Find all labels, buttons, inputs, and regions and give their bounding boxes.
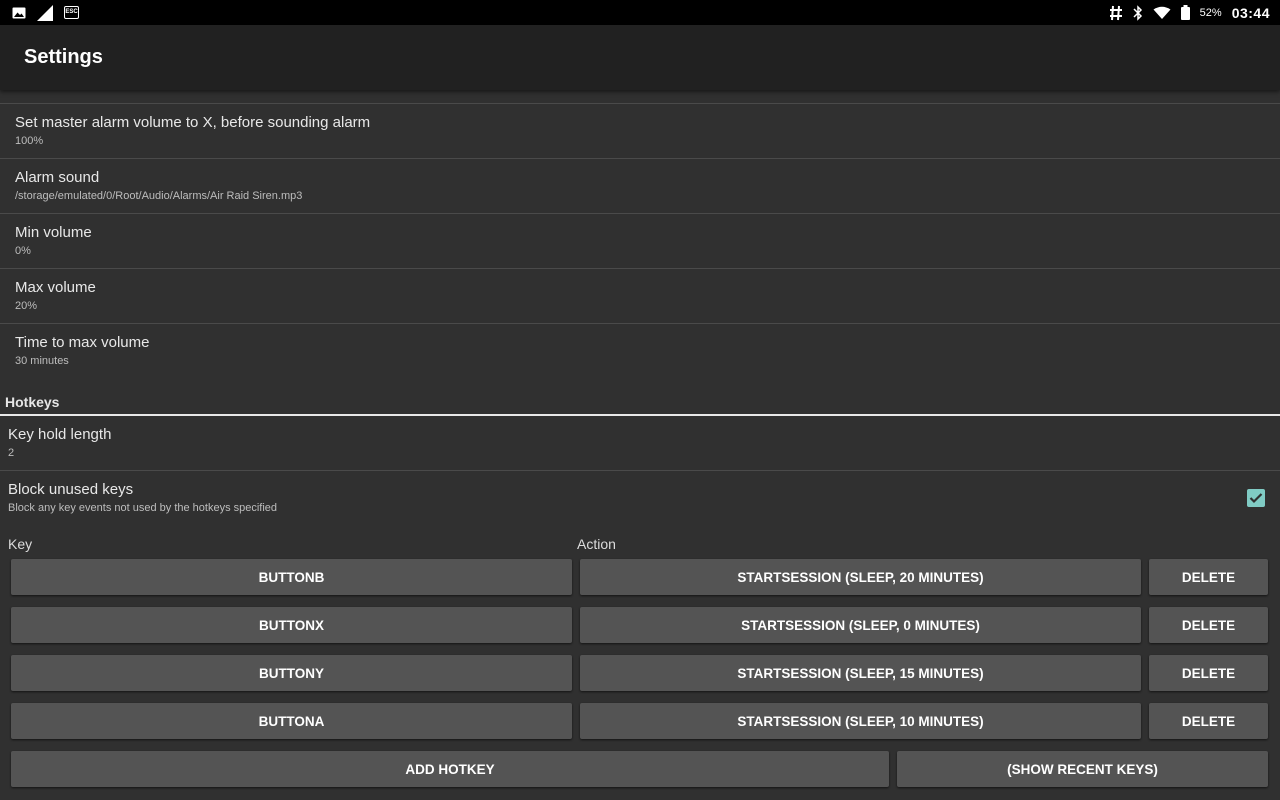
pref-summary: 2 <box>8 447 15 459</box>
block-unused-keys-checkbox[interactable] <box>1247 489 1265 507</box>
wifi-icon <box>1153 6 1171 20</box>
signal-icon <box>36 4 54 22</box>
pref-title: Set master alarm volume to X, before sou… <box>15 114 371 131</box>
page-title: Settings <box>24 46 103 68</box>
clock: 03:44 <box>1231 4 1270 21</box>
status-bar: ESC 52% 03:44 <box>0 0 1280 25</box>
pref-block-unused-keys[interactable]: Block unused keys Block any key events n… <box>0 471 1280 526</box>
pref-max-volume[interactable]: Max volume 20% <box>0 268 1280 323</box>
pref-time-to-max-volume[interactable]: Time to max volume 30 minutes <box>0 323 1280 378</box>
pref-summary: /storage/emulated/0/Root/Audio/Alarms/Ai… <box>15 190 303 202</box>
category-title: Hotkeys <box>5 394 60 410</box>
pref-summary: 100% <box>15 135 44 147</box>
key-column-header: Key <box>8 536 33 552</box>
pref-summary: Block any key events not used by the hot… <box>8 502 278 514</box>
battery-percent: 52% <box>1199 6 1222 19</box>
delete-hotkey-button[interactable]: DELETE <box>1149 655 1268 691</box>
hash-icon <box>1109 5 1123 21</box>
app-toolbar: Settings <box>0 25 1280 90</box>
pref-title: Key hold length <box>8 426 112 443</box>
pref-summary: 0% <box>15 245 31 257</box>
pref-summary: 20% <box>15 300 38 312</box>
check-icon <box>1249 493 1263 504</box>
pref-min-volume[interactable]: Min volume 0% <box>0 213 1280 268</box>
status-bar-left: ESC <box>12 4 79 22</box>
show-recent-keys-button[interactable]: (SHOW RECENT KEYS) <box>897 751 1268 787</box>
pref-key-hold-length[interactable]: Key hold length 2 <box>0 416 1280 471</box>
hotkey-key-button[interactable]: BUTTONX <box>11 607 572 643</box>
bluetooth-icon <box>1133 4 1143 21</box>
pref-master-alarm-volume[interactable]: Set master alarm volume to X, before sou… <box>0 103 1280 158</box>
status-bar-right: 52% 03:44 <box>1109 5 1270 21</box>
delete-hotkey-button[interactable]: DELETE <box>1149 559 1268 595</box>
pref-title: Min volume <box>15 224 92 241</box>
action-column-header: Action <box>577 536 616 552</box>
esc-key-icon: ESC <box>64 6 79 19</box>
hotkey-action-button[interactable]: STARTSESSION (SLEEP, 20 MINUTES) <box>580 559 1141 595</box>
settings-list: Set master alarm volume to X, before sou… <box>0 90 1280 800</box>
delete-hotkey-button[interactable]: DELETE <box>1149 607 1268 643</box>
hotkey-action-button[interactable]: STARTSESSION (SLEEP, 0 MINUTES) <box>580 607 1141 643</box>
pref-alarm-sound[interactable]: Alarm sound /storage/emulated/0/Root/Aud… <box>0 158 1280 213</box>
hotkey-key-button[interactable]: BUTTONB <box>11 559 572 595</box>
add-hotkey-button[interactable]: ADD HOTKEY <box>11 751 889 787</box>
hotkey-key-button[interactable]: BUTTONY <box>11 655 572 691</box>
image-icon <box>12 7 26 19</box>
hotkey-action-button[interactable]: STARTSESSION (SLEEP, 15 MINUTES) <box>580 655 1141 691</box>
delete-hotkey-button[interactable]: DELETE <box>1149 703 1268 739</box>
pref-title: Block unused keys <box>8 481 134 498</box>
hotkey-action-button[interactable]: STARTSESSION (SLEEP, 10 MINUTES) <box>580 703 1141 739</box>
pref-title: Time to max volume <box>15 334 150 351</box>
category-hotkeys: Hotkeys <box>0 392 1280 416</box>
battery-icon <box>1180 5 1190 20</box>
pref-title: Max volume <box>15 279 96 296</box>
pref-summary: 30 minutes <box>15 355 69 367</box>
pref-title: Alarm sound <box>15 169 100 186</box>
hotkey-key-button[interactable]: BUTTONA <box>11 703 572 739</box>
